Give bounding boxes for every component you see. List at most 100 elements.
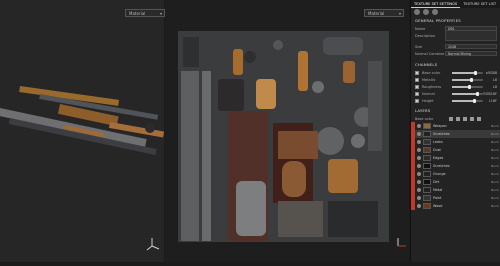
layer-row[interactable]: Edges Norm — [411, 154, 500, 162]
eye-icon[interactable] — [417, 164, 421, 168]
layer-blend-mode[interactable]: Norm — [491, 196, 500, 200]
layer-color-tag — [411, 146, 415, 154]
description-field[interactable] — [445, 30, 497, 41]
layer-blend-mode[interactable]: Norm — [491, 180, 500, 184]
eye-icon[interactable] — [417, 156, 421, 160]
eye-icon[interactable] — [417, 148, 421, 152]
folder-icon[interactable] — [470, 116, 474, 121]
layer-row[interactable]: Leaks Norm — [411, 138, 500, 146]
channel-checkbox[interactable] — [415, 77, 419, 82]
channel-label: Normal — [422, 91, 435, 96]
channel-format[interactable]: sRGB8 — [483, 71, 497, 75]
layer-row[interactable]: Dust Norm — [411, 146, 500, 154]
dropdown-label: Material — [368, 11, 385, 16]
texture-set-settings-panel: TEXTURE SET SETTINGS TEXTURE SET LIST GE… — [410, 0, 500, 262]
channel-checkbox[interactable] — [415, 84, 419, 89]
chevron-down-icon: ▾ — [159, 11, 162, 16]
channel-format[interactable]: L8 — [483, 85, 497, 89]
material-sphere-icon[interactable] — [414, 9, 420, 15]
layer-thumbnail — [423, 171, 431, 177]
channel-label: Roughness — [422, 84, 442, 89]
channel-slider[interactable] — [452, 84, 483, 89]
layer-row[interactable]: Grunge Norm — [411, 170, 500, 178]
layer-name: Scratches — [433, 164, 450, 168]
material-sphere-icon[interactable] — [432, 9, 438, 15]
layer-thumbnail — [423, 131, 431, 137]
size-dropdown[interactable]: 2048 — [445, 44, 497, 49]
channel-slider[interactable] — [452, 77, 483, 82]
layer-blend-mode[interactable]: Norm — [491, 164, 500, 168]
trash-icon[interactable] — [477, 116, 481, 121]
layer-thumbnail — [423, 203, 431, 209]
channel-row: Metallic L8 — [411, 76, 500, 83]
general-properties-title: GENERAL PROPERTIES — [415, 18, 461, 23]
layer-blend-mode[interactable]: Norm — [491, 172, 500, 176]
layer-row[interactable]: Dirt Norm — [411, 178, 500, 186]
layer-blend-mode[interactable]: Norm — [491, 188, 500, 192]
layer-row[interactable]: Paint Norm — [411, 194, 500, 202]
eye-icon[interactable] — [417, 188, 421, 192]
layer-color-tag — [411, 122, 415, 130]
viewport-2d-material-dropdown[interactable]: Material ▾ — [364, 9, 404, 17]
layer-row[interactable]: Weapon Norm — [411, 122, 500, 130]
viewport-3d[interactable] — [0, 0, 165, 262]
panel-tabs: TEXTURE SET SETTINGS TEXTURE SET LIST — [411, 0, 500, 8]
layer-name: Dirt — [433, 180, 440, 184]
layer-blend-mode[interactable]: Norm — [491, 132, 500, 136]
material-sphere-icon[interactable] — [423, 9, 429, 15]
normal-combine-row: Normal Combine Normal Mixing — [411, 50, 500, 57]
channel-slider[interactable] — [452, 91, 483, 96]
channel-slider[interactable] — [452, 70, 483, 75]
eye-icon[interactable] — [417, 140, 421, 144]
viewport-3d-material-dropdown[interactable]: Material ▾ — [125, 9, 165, 17]
layer-thumbnail — [423, 123, 431, 129]
layer-color-tag — [411, 178, 415, 186]
layer-name: Dust — [433, 148, 441, 152]
layer-blend-mode[interactable]: Norm — [491, 140, 500, 144]
layer-row[interactable]: Scratches Norm — [411, 162, 500, 170]
channel-slider[interactable] — [452, 98, 483, 103]
layer-blend-mode[interactable]: Norm — [491, 204, 500, 208]
channel-row: Roughness L8 — [411, 83, 500, 90]
layers-channel-label: Base color — [415, 116, 434, 121]
layer-blend-mode[interactable]: Norm — [491, 124, 500, 128]
eye-icon[interactable] — [417, 196, 421, 200]
layer-color-tag — [411, 170, 415, 178]
eye-icon[interactable] — [417, 204, 421, 208]
channel-checkbox[interactable] — [415, 98, 419, 103]
channel-checkbox[interactable] — [415, 91, 419, 96]
channel-format[interactable]: L16F — [483, 99, 497, 103]
channel-checkbox[interactable] — [415, 70, 419, 75]
add-layer-icon[interactable] — [449, 116, 453, 121]
normal-mixing-dropdown[interactable]: Normal Mixing — [445, 51, 497, 56]
layer-row[interactable]: Metal Norm — [411, 186, 500, 194]
channels-title: CHANNELS — [415, 62, 438, 67]
layers-list: Weapon Norm Scratches Norm Leaks Norm Dust Norm… — [411, 122, 500, 210]
eye-icon[interactable] — [417, 172, 421, 176]
add-fill-layer-icon[interactable] — [456, 116, 460, 121]
channel-icons-row — [411, 8, 500, 16]
layer-thumbnail — [423, 163, 431, 169]
channel-format[interactable]: L8 — [483, 78, 497, 82]
channel-label: Metallic — [422, 77, 436, 82]
layer-blend-mode[interactable]: Norm — [491, 156, 500, 160]
layer-row[interactable]: Scratches Norm — [411, 130, 500, 138]
eye-icon[interactable] — [417, 180, 421, 184]
dropdown-label: Material — [129, 11, 146, 16]
axis-gizmo-icon — [397, 238, 406, 247]
eye-icon[interactable] — [417, 124, 421, 128]
add-mask-icon[interactable] — [463, 116, 467, 121]
name-label: Name — [415, 26, 426, 31]
layer-thumbnail — [423, 139, 431, 145]
chevron-down-icon: ▾ — [398, 11, 401, 16]
channel-format[interactable]: RGB16F — [483, 92, 497, 96]
layer-row[interactable]: Wood Norm — [411, 202, 500, 210]
channel-row: Height L16F — [411, 97, 500, 104]
weapon-3d-model — [0, 86, 165, 251]
layer-name: Leaks — [433, 140, 443, 144]
eye-icon[interactable] — [417, 132, 421, 136]
tab-texture-set-list[interactable]: TEXTURE SET LIST — [460, 0, 499, 8]
layer-color-tag — [411, 130, 415, 138]
layer-blend-mode[interactable]: Norm — [491, 148, 500, 152]
tab-texture-set-settings[interactable]: TEXTURE SET SETTINGS — [411, 0, 461, 8]
